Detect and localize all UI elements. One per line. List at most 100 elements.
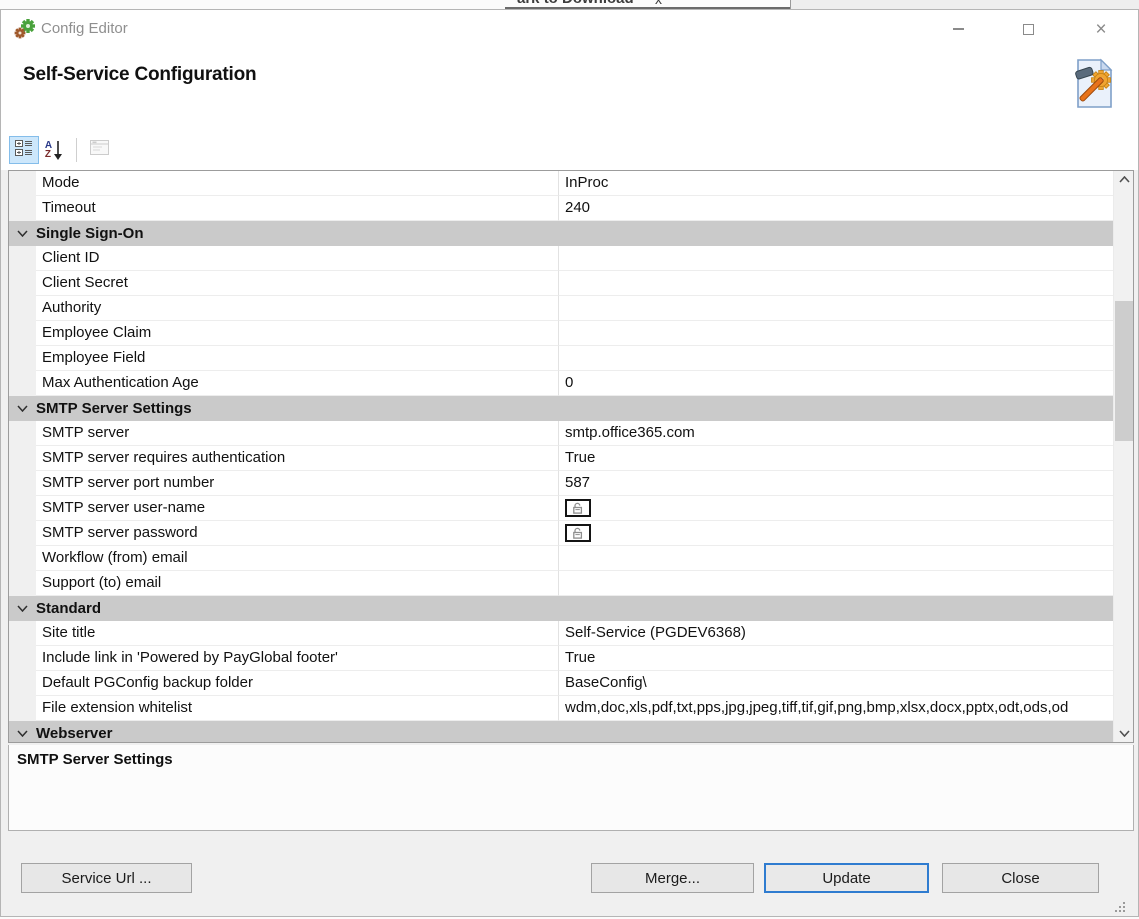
- property-value[interactable]: InProc: [559, 171, 1113, 196]
- scrollbar-thumb[interactable]: [1115, 301, 1133, 441]
- property-name[interactable]: SMTP server port number: [36, 471, 559, 496]
- category-row[interactable]: Standard: [9, 596, 1113, 621]
- close-dialog-button[interactable]: Close: [942, 863, 1099, 893]
- chevron-down-icon[interactable]: [9, 730, 36, 737]
- property-value[interactable]: [559, 346, 1113, 371]
- property-name[interactable]: SMTP server user-name: [36, 496, 559, 521]
- lock-icon[interactable]: [565, 524, 591, 542]
- property-name[interactable]: Support (to) email: [36, 571, 559, 596]
- property-name[interactable]: Max Authentication Age: [36, 371, 559, 396]
- property-value[interactable]: [559, 296, 1113, 321]
- property-name[interactable]: SMTP server password: [36, 521, 559, 546]
- row-margin: [9, 371, 36, 396]
- property-value[interactable]: 587: [559, 471, 1113, 496]
- property-name[interactable]: Employee Field: [36, 346, 559, 371]
- property-name[interactable]: Include link in 'Powered by PayGlobal fo…: [36, 646, 559, 671]
- property-row[interactable]: Employee Field: [9, 346, 1113, 371]
- service-url-button[interactable]: Service Url ...: [21, 863, 192, 893]
- row-margin: [9, 421, 36, 446]
- maximize-button[interactable]: [1013, 16, 1043, 42]
- property-row[interactable]: Site titleSelf-Service (PGDEV6368): [9, 621, 1113, 646]
- scroll-up-button[interactable]: [1114, 171, 1134, 188]
- property-value[interactable]: smtp.office365.com: [559, 421, 1113, 446]
- property-row[interactable]: SMTP server port number587: [9, 471, 1113, 496]
- property-name[interactable]: Client Secret: [36, 271, 559, 296]
- property-name[interactable]: Authority: [36, 296, 559, 321]
- scroll-down-button[interactable]: [1114, 725, 1134, 742]
- vertical-scrollbar[interactable]: [1113, 171, 1133, 742]
- property-row[interactable]: SMTP server user-name: [9, 496, 1113, 521]
- background-tab-close-text: x: [655, 0, 662, 7]
- property-row[interactable]: File extension whitelistwdm,doc,xls,pdf,…: [9, 696, 1113, 721]
- update-button[interactable]: Update: [764, 863, 929, 893]
- property-name[interactable]: Workflow (from) email: [36, 546, 559, 571]
- chevron-down-icon[interactable]: [9, 605, 36, 612]
- close-icon: ×: [1095, 20, 1106, 39]
- property-value[interactable]: True: [559, 446, 1113, 471]
- minimize-button[interactable]: [943, 16, 973, 42]
- header: Self-Service Configuration: [1, 48, 1138, 130]
- property-row[interactable]: Timeout240: [9, 196, 1113, 221]
- property-value[interactable]: [559, 321, 1113, 346]
- minimize-icon: [953, 28, 964, 30]
- property-value[interactable]: 240: [559, 196, 1113, 221]
- row-margin: [9, 471, 36, 496]
- property-value[interactable]: BaseConfig\: [559, 671, 1113, 696]
- config-editor-window: Config Editor × Self-Service Configurati…: [0, 9, 1139, 917]
- property-row[interactable]: Support (to) email: [9, 571, 1113, 596]
- property-value[interactable]: [559, 571, 1113, 596]
- category-label: Single Sign-On: [36, 225, 144, 242]
- row-margin: [9, 496, 36, 521]
- row-margin: [9, 321, 36, 346]
- property-row[interactable]: Authority: [9, 296, 1113, 321]
- property-row[interactable]: Client Secret: [9, 271, 1113, 296]
- property-row[interactable]: Max Authentication Age0: [9, 371, 1113, 396]
- category-row[interactable]: Single Sign-On: [9, 221, 1113, 246]
- property-row[interactable]: SMTP server requires authenticationTrue: [9, 446, 1113, 471]
- property-row[interactable]: SMTP server password: [9, 521, 1113, 546]
- row-margin: [9, 621, 36, 646]
- titlebar[interactable]: Config Editor ×: [1, 10, 1138, 48]
- property-name[interactable]: SMTP server: [36, 421, 559, 446]
- merge-button[interactable]: Merge...: [591, 863, 754, 893]
- resize-grip-icon[interactable]: [1113, 901, 1126, 919]
- category-row[interactable]: SMTP Server Settings: [9, 396, 1113, 421]
- close-button[interactable]: ×: [1086, 16, 1116, 42]
- property-value[interactable]: 0: [559, 371, 1113, 396]
- row-margin: [9, 571, 36, 596]
- property-row[interactable]: ModeInProc: [9, 171, 1113, 196]
- property-value[interactable]: [559, 521, 1113, 546]
- property-value[interactable]: wdm,doc,xls,pdf,txt,pps,jpg,jpeg,tiff,ti…: [559, 696, 1113, 721]
- property-row[interactable]: Default PGConfig backup folderBaseConfig…: [9, 671, 1113, 696]
- lock-icon[interactable]: [565, 499, 591, 517]
- property-name[interactable]: Mode: [36, 171, 559, 196]
- property-value[interactable]: [559, 246, 1113, 271]
- alphabetical-sort-button[interactable]: AZ: [39, 136, 69, 164]
- property-name[interactable]: Timeout: [36, 196, 559, 221]
- property-value[interactable]: [559, 496, 1113, 521]
- chevron-down-icon[interactable]: [9, 230, 36, 237]
- maximize-icon: [1023, 24, 1034, 35]
- property-name[interactable]: File extension whitelist: [36, 696, 559, 721]
- property-row[interactable]: SMTP serversmtp.office365.com: [9, 421, 1113, 446]
- chevron-down-icon[interactable]: [9, 405, 36, 412]
- property-name[interactable]: Default PGConfig backup folder: [36, 671, 559, 696]
- property-row[interactable]: Include link in 'Powered by PayGlobal fo…: [9, 646, 1113, 671]
- property-value[interactable]: Self-Service (PGDEV6368): [559, 621, 1113, 646]
- row-margin: [9, 346, 36, 371]
- property-name[interactable]: Employee Claim: [36, 321, 559, 346]
- row-margin: [9, 546, 36, 571]
- categorized-button[interactable]: [9, 136, 39, 164]
- property-value[interactable]: [559, 271, 1113, 296]
- property-name[interactable]: SMTP server requires authentication: [36, 446, 559, 471]
- property-name[interactable]: Client ID: [36, 246, 559, 271]
- property-value[interactable]: True: [559, 646, 1113, 671]
- property-row[interactable]: Workflow (from) email: [9, 546, 1113, 571]
- property-row[interactable]: Employee Claim: [9, 321, 1113, 346]
- window-title: Config Editor: [41, 10, 128, 48]
- property-name[interactable]: Site title: [36, 621, 559, 646]
- property-row[interactable]: Client ID: [9, 246, 1113, 271]
- background-tab-text: ark to Download: [517, 0, 634, 7]
- category-row[interactable]: Webserver: [9, 721, 1113, 743]
- property-value[interactable]: [559, 546, 1113, 571]
